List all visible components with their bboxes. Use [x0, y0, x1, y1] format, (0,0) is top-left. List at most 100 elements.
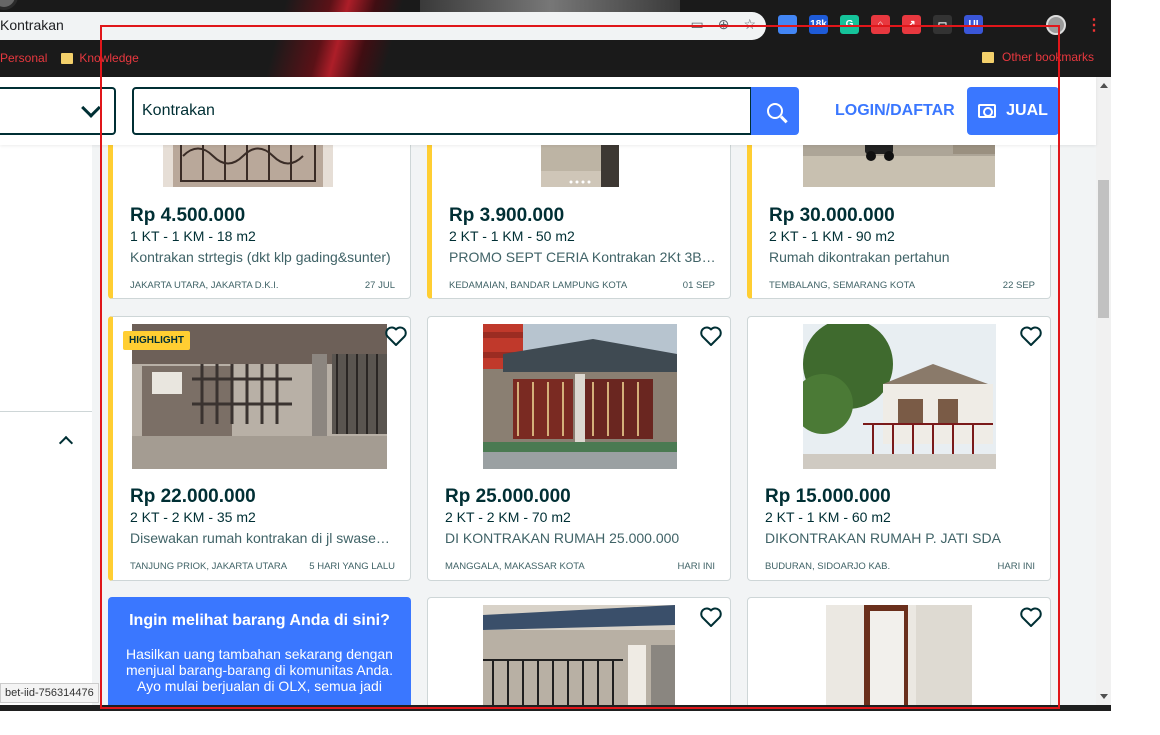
listing-specs: 1 KT - 1 KM - 18 m2: [130, 228, 256, 244]
listing-title: Rumah dikontrakan pertahun: [769, 249, 950, 265]
listing-card[interactable]: [747, 597, 1051, 705]
listing-price: Rp 15.000.000: [765, 486, 891, 507]
taskbar-strip: [0, 705, 1111, 711]
bookmark-other[interactable]: Other bookmarks: [982, 50, 1094, 64]
listing-card[interactable]: Rp 4.500.000 1 KT - 1 KM - 18 m2 Kontrak…: [108, 145, 411, 299]
listing-price: Rp 30.000.000: [769, 205, 895, 226]
listing-price: Rp 25.000.000: [445, 486, 571, 507]
results-page: Rp 4.500.000 1 KT - 1 KM - 18 m2 Kontrak…: [0, 145, 1096, 705]
listing-title: Kontrakan strtegis (dkt klp gading&sunte…: [130, 249, 391, 265]
listing-specs: 2 KT - 1 KM - 60 m2: [765, 509, 891, 525]
bookmark-label: Knowledge: [79, 51, 139, 65]
profile-avatar[interactable]: [1046, 15, 1066, 35]
search-button[interactable]: [751, 87, 799, 135]
listing-location: KEDAMAIAN, BANDAR LAMPUNG KOTA: [449, 280, 628, 291]
tab-strip: [420, 0, 680, 12]
install-icon[interactable]: ⊕: [718, 16, 730, 33]
sell-promo-banner[interactable]: Ingin melihat barang Anda di sini? Hasil…: [108, 597, 411, 705]
scroll-down-arrow-icon[interactable]: [1100, 694, 1108, 699]
favorite-heart-icon[interactable]: [384, 325, 408, 347]
listing-photo: [803, 324, 996, 469]
address-bar[interactable]: Kontrakan ▭ ⊕ ☆: [0, 12, 766, 40]
chevron-down-icon: [81, 98, 101, 118]
highlight-badge: HIGHLIGHT: [123, 331, 190, 350]
listing-price: Rp 22.000.000: [130, 486, 256, 507]
listing-specs: 2 KT - 2 KM - 70 m2: [445, 509, 571, 525]
scroll-up-arrow-icon[interactable]: [1100, 83, 1108, 88]
promo-body: Hasilkan uang tambahan sekarang dengan m…: [126, 646, 393, 694]
location-select[interactable]: [0, 87, 116, 135]
bookmark-label: Other bookmarks: [1002, 50, 1095, 64]
listing-card[interactable]: HIGHLIGHT Rp 22.000.000 2 KT - 2 KM - 35…: [108, 316, 411, 581]
listing-price: Rp 3.900.000: [449, 205, 565, 226]
listing-card[interactable]: [427, 597, 731, 705]
chevron-up-icon[interactable]: [58, 435, 74, 451]
listing-photo: [541, 145, 619, 187]
listing-card[interactable]: Rp 25.000.000 2 KT - 2 KM - 70 m2 DI KON…: [427, 316, 731, 581]
divider: [0, 411, 92, 412]
listing-specs: 2 KT - 2 KM - 35 m2: [130, 509, 256, 525]
favorite-heart-icon[interactable]: [1019, 606, 1043, 628]
screen-capture-icon[interactable]: ▭: [933, 15, 952, 34]
listing-title: DI KONTRAKAN RUMAH 25.000.000: [445, 530, 680, 546]
scrollbar-thumb[interactable]: [1098, 180, 1109, 318]
link-status-bar: bet-iid-756314476: [0, 683, 99, 703]
address-text: Kontrakan: [0, 17, 64, 33]
bookmark-personal[interactable]: Personal: [0, 51, 47, 65]
listing-title: DIKONTRAKAN RUMAH P. JATI SDA: [765, 530, 1001, 546]
listing-date: 5 HARI YANG LALU: [309, 561, 395, 572]
search-input[interactable]: [132, 87, 752, 135]
mail-counter-icon[interactable]: 18k: [809, 15, 828, 34]
favorite-heart-icon[interactable]: [1019, 325, 1043, 347]
folder-icon: [61, 52, 74, 64]
omnibox-actions: ▭ ⊕ ☆: [690, 16, 756, 33]
listing-location: MANGGALA, MAKASSAR KOTA: [445, 561, 585, 572]
listing-date: 27 JUL: [364, 280, 395, 291]
page-scrollbar[interactable]: [1096, 77, 1111, 705]
browser-chrome: Kontrakan ▭ ⊕ ☆ 18k G ⌂ ↗ ▭ UI ⋮ Personal Kno…: [0, 0, 1111, 77]
listing-photo: [803, 145, 995, 187]
listing-date: 01 SEP: [682, 280, 715, 291]
screenshot: Kontrakan ▭ ⊕ ☆ 18k G ⌂ ↗ ▭ UI ⋮ Personal Kno…: [0, 0, 1160, 735]
listing-location: BUDURAN, SIDOARJO KAB.: [765, 561, 891, 572]
listing-card[interactable]: Rp 3.900.000 2 KT - 1 KM - 50 m2 PROMO S…: [427, 145, 731, 299]
extension-bar: 18k G ⌂ ↗ ▭ UI: [778, 15, 983, 34]
promo-title: Ingin melihat barang Anda di sini?: [129, 612, 390, 629]
cast-icon[interactable]: ▭: [690, 16, 703, 33]
favorite-heart-icon[interactable]: [699, 606, 723, 628]
listing-date: HARI INI: [677, 561, 715, 572]
favorite-heart-icon[interactable]: [699, 325, 723, 347]
tab-favicon[interactable]: [0, 0, 18, 10]
listing-title: PROMO SEPT CERIA Kontrakan 2Kt 3Bln Luna…: [449, 249, 717, 265]
listing-location: JAKARTA UTARA, JAKARTA D.K.I.: [130, 280, 279, 291]
listing-specs: 2 KT - 1 KM - 90 m2: [769, 228, 895, 244]
listing-photo: [483, 324, 677, 469]
listing-photo: [826, 605, 972, 705]
folder-icon: [982, 51, 994, 63]
grammarly-icon[interactable]: G: [840, 15, 859, 34]
listing-location: TANJUNG PRIOK, JAKARTA UTARA: [130, 561, 288, 572]
listing-specs: 2 KT - 1 KM - 50 m2: [449, 228, 575, 244]
listing-date: HARI INI: [997, 561, 1035, 572]
listing-photo: [163, 145, 333, 187]
listing-card[interactable]: Rp 30.000.000 2 KT - 1 KM - 90 m2 Rumah …: [747, 145, 1051, 299]
camera-icon: [978, 104, 997, 118]
listing-photo: [483, 605, 675, 705]
listing-price: Rp 4.500.000: [130, 205, 246, 226]
menu-icon[interactable]: ⋮: [1086, 15, 1102, 35]
sell-label: JUAL: [1006, 102, 1048, 119]
listing-location: TEMBALANG, SEMARANG KOTA: [769, 280, 916, 291]
ui-extension-icon[interactable]: UI: [964, 15, 983, 34]
star-icon[interactable]: ☆: [743, 16, 756, 33]
sell-button[interactable]: JUAL: [967, 87, 1059, 135]
pdf-icon[interactable]: ↗: [902, 15, 921, 34]
extension-red-icon[interactable]: ⌂: [871, 15, 890, 34]
site-header: LOGIN/DAFTAR JUAL: [0, 77, 1096, 145]
translate-icon[interactable]: [778, 15, 797, 34]
listing-card[interactable]: Rp 15.000.000 2 KT - 1 KM - 60 m2 DIKONT…: [747, 316, 1051, 581]
bookmarks-bar: Personal Knowledge: [0, 47, 153, 69]
listing-date: 22 SEP: [1002, 280, 1035, 291]
login-link[interactable]: LOGIN/DAFTAR: [835, 102, 955, 120]
bookmark-knowledge[interactable]: Knowledge: [61, 51, 139, 65]
listing-title: Disewakan rumah kontrakan di jl swasemba…: [130, 530, 398, 546]
